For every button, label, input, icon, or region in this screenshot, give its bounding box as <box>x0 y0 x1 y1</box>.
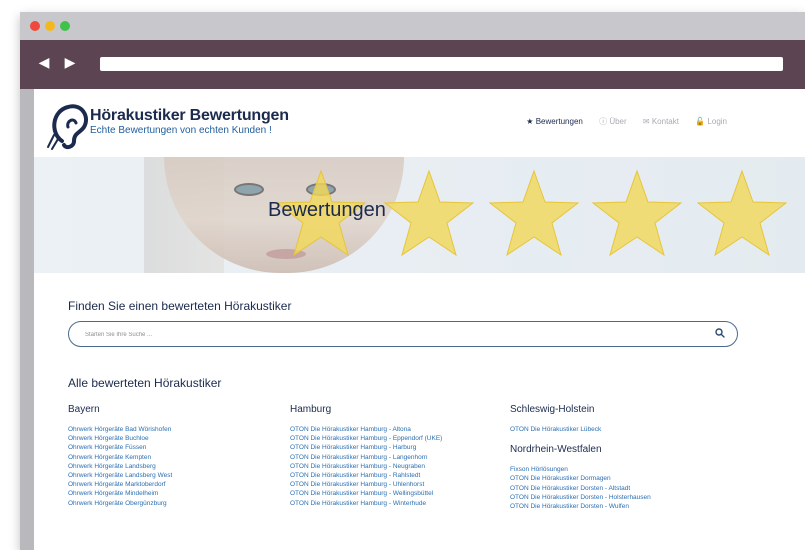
store-link[interactable]: OTON Die Hörakustiker Dorsten - Holsterh… <box>510 493 651 502</box>
region-links: OTON Die Hörakustiker Hamburg - Altona O… <box>290 425 442 508</box>
store-link[interactable]: OTON Die Hörakustiker Hamburg - Altona <box>290 425 442 434</box>
browser-window: ◀ ▶ Hörakustiker Bewertungen Echte Bewer… <box>20 12 805 550</box>
store-link[interactable]: OTON Die Hörakustiker Hamburg - Harburg <box>290 443 442 452</box>
nav-item-ueber[interactable]: ⓘ Über <box>599 116 627 127</box>
store-link[interactable]: OTON Die Hörakustiker Lübeck <box>510 425 651 434</box>
ear-logo-icon[interactable] <box>44 97 94 153</box>
site-header: Hörakustiker Bewertungen Echte Bewertung… <box>34 89 805 157</box>
store-link[interactable]: Ohrwerk Hörgeräte Bad Wörishofen <box>68 425 172 434</box>
store-link[interactable]: Ohrwerk Hörgeräte Kempten <box>68 453 172 462</box>
store-link[interactable]: Ohrwerk Hörgeräte Landsberg West <box>68 471 172 480</box>
region-links: Fixson Hörlösungen OTON Die Hörakustiker… <box>510 465 651 511</box>
close-window-dot[interactable] <box>30 21 40 31</box>
listing-heading: Alle bewerteten Hörakustiker <box>68 376 222 390</box>
nav-item-kontakt[interactable]: ✉ Kontakt <box>643 117 679 126</box>
address-bar[interactable] <box>100 57 783 71</box>
store-link[interactable]: Ohrwerk Hörgeräte Mindelheim <box>68 489 172 498</box>
search-input[interactable] <box>83 322 687 348</box>
store-link[interactable]: Ohrwerk Hörgeräte Marktoberdorf <box>68 480 172 489</box>
forward-arrow-icon[interactable]: ▶ <box>60 52 80 72</box>
nav-label: Über <box>609 117 627 126</box>
nav-item-login[interactable]: 🔓 Login <box>695 117 727 126</box>
listing-column: Bayern Ohrwerk Hörgeräte Bad Wörishofen … <box>68 404 172 508</box>
mail-icon: ✉ <box>642 117 650 126</box>
minimize-window-dot[interactable] <box>45 21 55 31</box>
hero-banner: Bewertungen <box>34 157 805 273</box>
web-page: Hörakustiker Bewertungen Echte Bewertung… <box>34 89 805 550</box>
browser-toolbar: ◀ ▶ <box>20 40 805 89</box>
star-icon <box>384 170 474 256</box>
star-icon: ★ <box>526 117 534 126</box>
store-link[interactable]: OTON Die Hörakustiker Hamburg - Uhlenhor… <box>290 480 442 489</box>
star-icon <box>592 170 682 256</box>
top-navigation: ★ Bewertungen ⓘ Über ✉ Kontakt 🔓 Login <box>512 116 727 127</box>
brand-subtitle: Echte Bewertungen von echten Kunden ! <box>90 125 272 136</box>
store-link[interactable]: OTON Die Hörakustiker Dorsten - Altstadt <box>510 484 651 493</box>
back-arrow-icon[interactable]: ◀ <box>34 52 54 72</box>
region-heading-schleswig-holstein: Schleswig-Holstein <box>510 404 595 415</box>
store-link[interactable]: OTON Die Hörakustiker Dorsten - Wulfen <box>510 502 651 511</box>
nav-label: Kontakt <box>651 117 679 126</box>
nav-label: Login <box>707 117 727 126</box>
maximize-window-dot[interactable] <box>60 21 70 31</box>
store-link[interactable]: Ohrwerk Hörgeräte Buchloe <box>68 434 172 443</box>
store-link[interactable]: Fixson Hörlösungen <box>510 465 651 474</box>
nav-item-bewertungen[interactable]: ★ Bewertungen <box>526 117 583 126</box>
search-icon[interactable] <box>715 328 725 338</box>
listing-column: Hamburg OTON Die Hörakustiker Hamburg - … <box>290 404 442 508</box>
region-heading-nordrhein-westfalen: Nordrhein-Westfalen <box>510 444 602 456</box>
hero-title: Bewertungen <box>268 199 386 221</box>
store-link[interactable]: OTON Die Hörakustiker Hamburg - Winterhu… <box>290 499 442 508</box>
nav-label: Bewertungen <box>535 117 583 126</box>
region-heading-hamburg: Hamburg <box>290 404 332 415</box>
store-link[interactable]: OTON Die Hörakustiker Dormagen <box>510 474 651 483</box>
star-icon <box>489 170 579 256</box>
store-link[interactable]: Ohrwerk Hörgeräte Landsberg <box>68 462 172 471</box>
search-box <box>68 321 738 348</box>
region-links: OTON Die Hörakustiker Lübeck <box>510 425 651 434</box>
store-link[interactable]: OTON Die Hörakustiker Hamburg - Langenho… <box>290 453 442 462</box>
lock-icon: 🔓 <box>695 117 706 126</box>
star-icon <box>697 170 787 256</box>
search-heading: Finden Sie einen bewerteten Hörakustiker <box>68 299 292 313</box>
region-links: Ohrwerk Hörgeräte Bad Wörishofen Ohrwerk… <box>68 425 172 508</box>
listing-column: Schleswig-Holstein OTON Die Hörakustiker… <box>510 404 651 511</box>
store-link[interactable]: Ohrwerk Hörgeräte Füssen <box>68 443 172 452</box>
store-link[interactable]: OTON Die Hörakustiker Hamburg - Neugrabe… <box>290 462 442 471</box>
store-link[interactable]: OTON Die Hörakustiker Hamburg - Wellings… <box>290 489 442 498</box>
main-content: Finden Sie einen bewerteten Hörakustiker… <box>34 273 805 550</box>
window-titlebar <box>20 12 805 40</box>
store-link[interactable]: OTON Die Hörakustiker Hamburg - Eppendor… <box>290 434 442 443</box>
brand-title[interactable]: Hörakustiker Bewertungen <box>90 107 289 125</box>
store-link[interactable]: Ohrwerk Hörgeräte Obergünzburg <box>68 499 172 508</box>
region-heading-bayern: Bayern <box>68 404 100 415</box>
info-icon: ⓘ <box>599 117 608 126</box>
rating-stars <box>276 170 787 256</box>
store-link[interactable]: OTON Die Hörakustiker Hamburg - Rahlsted… <box>290 471 442 480</box>
